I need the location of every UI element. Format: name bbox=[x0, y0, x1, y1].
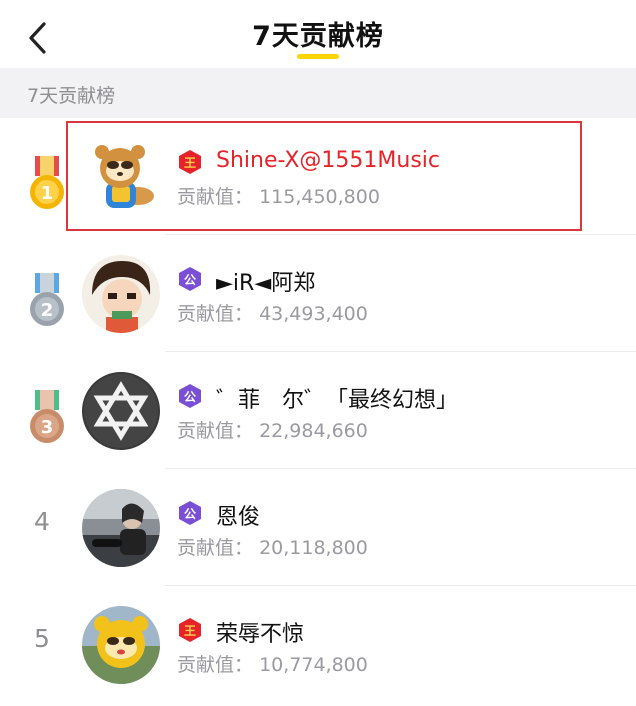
avatar[interactable] bbox=[82, 372, 160, 450]
avatar[interactable] bbox=[82, 138, 160, 216]
contribution-value: 贡献值： 43,493,400 bbox=[177, 299, 368, 326]
user-name[interactable]: 恩俊 bbox=[216, 499, 260, 531]
contribution-value: 贡献值： 10,774,800 bbox=[177, 650, 368, 677]
svg-text:2: 2 bbox=[41, 300, 54, 321]
king-badge-icon: 王 bbox=[179, 618, 201, 642]
gold-medal-icon: 1 bbox=[24, 156, 70, 212]
contribution-number: 20,118,800 bbox=[259, 537, 368, 559]
guild-badge-icon: 公 bbox=[179, 384, 201, 408]
user-name[interactable]: 荣辱不惊 bbox=[216, 616, 304, 648]
section-label: 7天贡献榜 bbox=[27, 85, 116, 107]
svg-text:公: 公 bbox=[184, 273, 196, 287]
guild-badge-icon: 公 bbox=[179, 501, 201, 525]
contribution-label: 贡献值： bbox=[177, 303, 254, 325]
user-name[interactable]: ゛菲 尔゛「最终幻想」 bbox=[216, 382, 458, 414]
svg-text:王: 王 bbox=[184, 156, 196, 170]
avatar[interactable] bbox=[82, 489, 160, 567]
list-item[interactable]: 5 王 荣辱不惊 贡献值： 10,774,800 bbox=[0, 586, 636, 703]
svg-text:公: 公 bbox=[184, 507, 196, 521]
contribution-label: 贡献值： bbox=[177, 420, 254, 442]
svg-text:公: 公 bbox=[184, 390, 196, 404]
contribution-value: 贡献值： 115,450,800 bbox=[177, 182, 380, 209]
contribution-number: 10,774,800 bbox=[259, 654, 368, 676]
svg-text:3: 3 bbox=[41, 417, 54, 438]
rank-number: 5 bbox=[34, 624, 50, 653]
avatar[interactable] bbox=[82, 606, 160, 684]
contribution-label: 贡献值： bbox=[177, 186, 254, 208]
guild-badge-icon: 公 bbox=[179, 267, 201, 291]
contribution-number: 43,493,400 bbox=[259, 303, 368, 325]
user-name[interactable]: Shine-X@1551Music bbox=[216, 148, 440, 173]
contribution-number: 115,450,800 bbox=[259, 186, 380, 208]
user-name[interactable]: ►iR◄阿郑 bbox=[216, 265, 315, 297]
contribution-value: 贡献值： 20,118,800 bbox=[177, 533, 368, 560]
top-bar: 7天贡献榜 bbox=[0, 0, 636, 68]
svg-text:1: 1 bbox=[41, 183, 54, 204]
list-item[interactable]: 3 公 ゛菲 尔゛「最终幻想」 贡献值： 22,984,660 bbox=[0, 352, 636, 469]
contribution-label: 贡献值： bbox=[177, 537, 254, 559]
list-item[interactable]: 4 公 恩俊 贡献值： 20,118,800 bbox=[0, 469, 636, 586]
king-badge-icon: 王 bbox=[179, 150, 201, 174]
contribution-label: 贡献值： bbox=[177, 654, 254, 676]
silver-medal-icon: 2 bbox=[24, 273, 70, 329]
page-title: 7天贡献榜 bbox=[252, 21, 384, 52]
bronze-medal-icon: 3 bbox=[24, 390, 70, 446]
title-underline-indicator bbox=[297, 54, 339, 59]
list-item[interactable]: 1 王 Shine-X@1551Music 贡献值： 115,450,800 bbox=[0, 118, 636, 235]
contribution-value: 贡献值： 22,984,660 bbox=[177, 416, 368, 443]
avatar[interactable] bbox=[82, 255, 160, 333]
svg-text:王: 王 bbox=[184, 624, 196, 638]
list-item[interactable]: 2 公 ►iR◄阿郑 贡献值： 43,493,400 bbox=[0, 235, 636, 352]
rank-number: 4 bbox=[34, 507, 50, 536]
contribution-number: 22,984,660 bbox=[259, 420, 368, 442]
section-header: 7天贡献榜 bbox=[0, 68, 636, 118]
